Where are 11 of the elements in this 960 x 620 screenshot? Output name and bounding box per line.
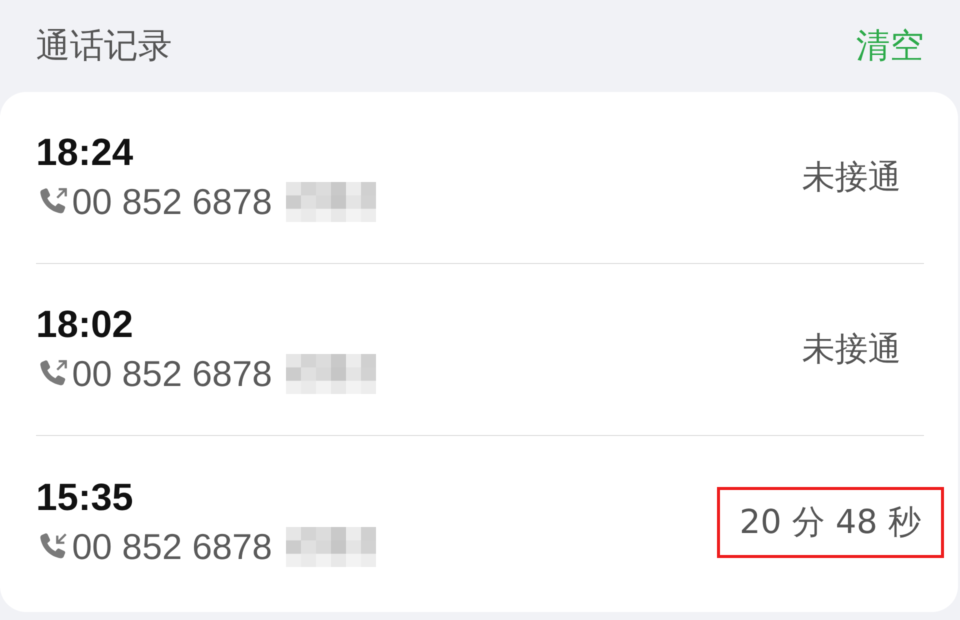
call-time: 15:35	[36, 476, 134, 520]
clear-button[interactable]: 清空	[856, 23, 924, 69]
call-result: 未接通	[801, 156, 902, 198]
call-time: 18:24	[36, 132, 134, 175]
phone-number: 00 852 6878	[72, 526, 272, 568]
phone-number: 00 852 6878	[72, 181, 272, 223]
call-time: 18:02	[36, 304, 134, 347]
call-result: 20 分 48 秒	[716, 486, 944, 558]
phone-number: 00 852 6878	[72, 353, 272, 395]
call-result: 未接通	[801, 328, 902, 370]
page-title: 通话记录	[36, 25, 172, 68]
